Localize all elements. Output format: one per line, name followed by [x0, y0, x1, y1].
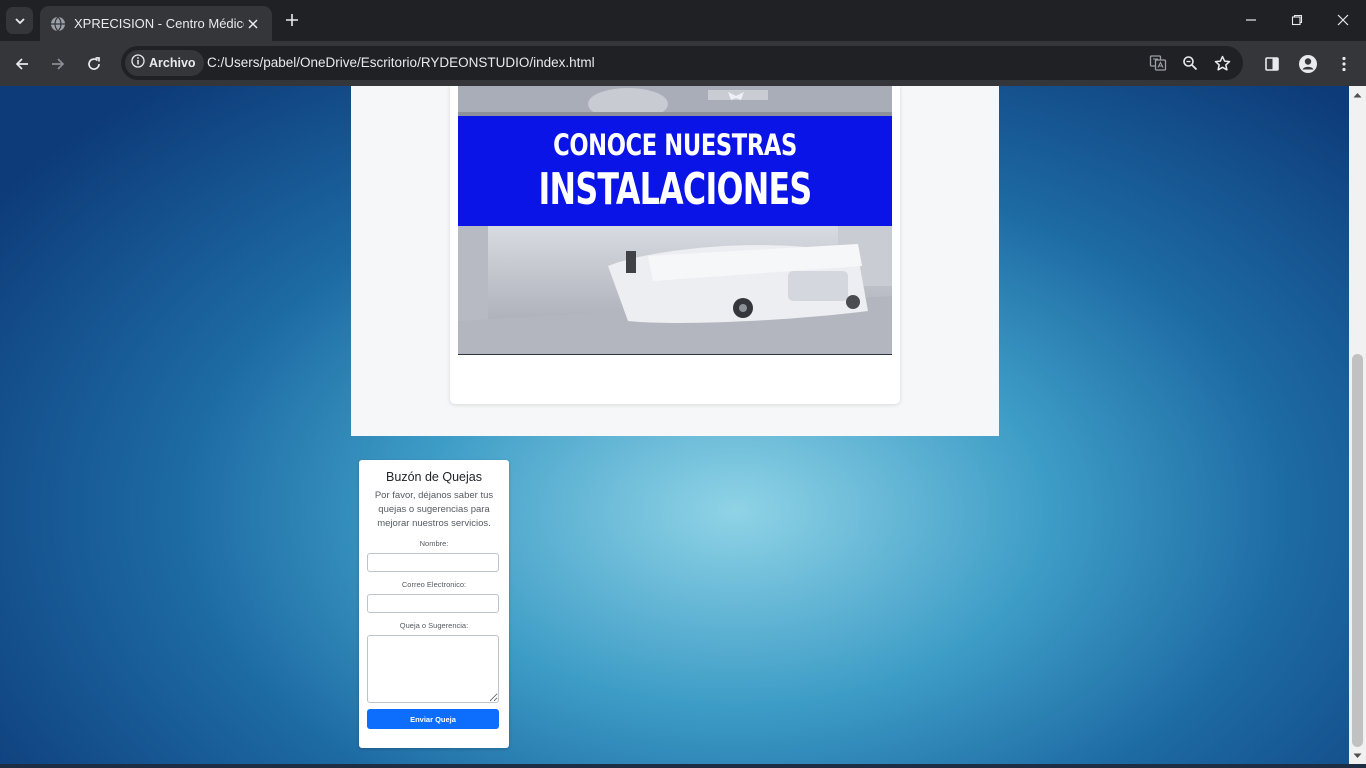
promo-banner: CONOCE NUESTRAS INSTALACIONES — [458, 116, 892, 226]
scroll-up-arrow-icon[interactable] — [1349, 86, 1366, 103]
close-window-icon[interactable] — [1320, 0, 1366, 40]
side-panel-icon[interactable] — [1257, 49, 1287, 79]
menu-icon[interactable] — [1329, 49, 1359, 79]
reload-icon[interactable] — [79, 49, 109, 79]
minimize-icon[interactable] — [1228, 0, 1274, 40]
tab-title: XPRECISION - Centro Médico — [74, 16, 244, 31]
plus-icon[interactable] — [280, 8, 304, 32]
translate-icon[interactable] — [1146, 51, 1170, 75]
form-title: Buzón de Quejas — [386, 470, 482, 484]
globe-icon — [50, 16, 66, 32]
promo-heading-line2: INSTALACIONES — [538, 164, 812, 215]
page-scrollbar[interactable] — [1349, 86, 1366, 764]
restore-icon[interactable] — [1274, 0, 1320, 40]
submit-complaint-button[interactable]: Enviar Queja — [367, 709, 499, 729]
tab-search-icon[interactable] — [6, 7, 33, 34]
back-icon[interactable] — [7, 49, 37, 79]
security-label: Archivo — [149, 56, 196, 70]
url-text[interactable]: C:/Users/pabel/OneDrive/Escritorio/RYDEO… — [207, 55, 595, 70]
scrollbar-thumb[interactable] — [1352, 354, 1363, 747]
close-icon[interactable] — [244, 15, 262, 33]
info-icon — [131, 53, 145, 73]
facilities-promo-image[interactable]: CONOCE NUESTRAS INSTALACIONES — [458, 86, 892, 355]
profile-icon[interactable] — [1293, 49, 1323, 79]
address-bar[interactable]: Archivo C:/Users/pabel/OneDrive/Escritor… — [121, 46, 1243, 80]
name-field[interactable] — [367, 553, 499, 572]
promo-card: CONOCE NUESTRAS INSTALACIONES — [450, 86, 900, 404]
browser-toolbar: Archivo C:/Users/pabel/OneDrive/Escritor… — [0, 41, 1366, 86]
browser-tab[interactable]: XPRECISION - Centro Médico — [40, 6, 272, 41]
message-label: Queja o Sugerencia: — [399, 621, 469, 630]
forward-icon[interactable] — [43, 49, 73, 79]
email-field[interactable] — [367, 594, 499, 613]
promo-top-photo — [458, 86, 892, 120]
name-label: Nombre: — [419, 539, 449, 548]
tab-strip: XPRECISION - Centro Médico — [0, 0, 1366, 41]
message-textarea[interactable] — [367, 635, 499, 703]
form-description: Por favor, déjanos saber tus quejas o su… — [374, 490, 494, 529]
promo-equipment-photo — [458, 226, 892, 354]
email-label: Correo Electronico: — [401, 580, 467, 589]
window-bottom-border — [0, 764, 1366, 768]
scroll-down-arrow-icon[interactable] — [1349, 747, 1366, 764]
page-viewport: CONOCE NUESTRAS INSTALACIONES Buzón de Q… — [0, 86, 1366, 768]
promo-heading-line1: CONOCE NUESTRAS — [553, 128, 797, 162]
star-icon[interactable] — [1210, 51, 1234, 75]
complaint-form: Buzón de Quejas Por favor, déjanos saber… — [359, 460, 509, 748]
site-info-chip[interactable]: Archivo — [125, 50, 204, 76]
content-section: CONOCE NUESTRAS INSTALACIONES — [351, 86, 999, 436]
zoom-icon[interactable] — [1178, 51, 1202, 75]
